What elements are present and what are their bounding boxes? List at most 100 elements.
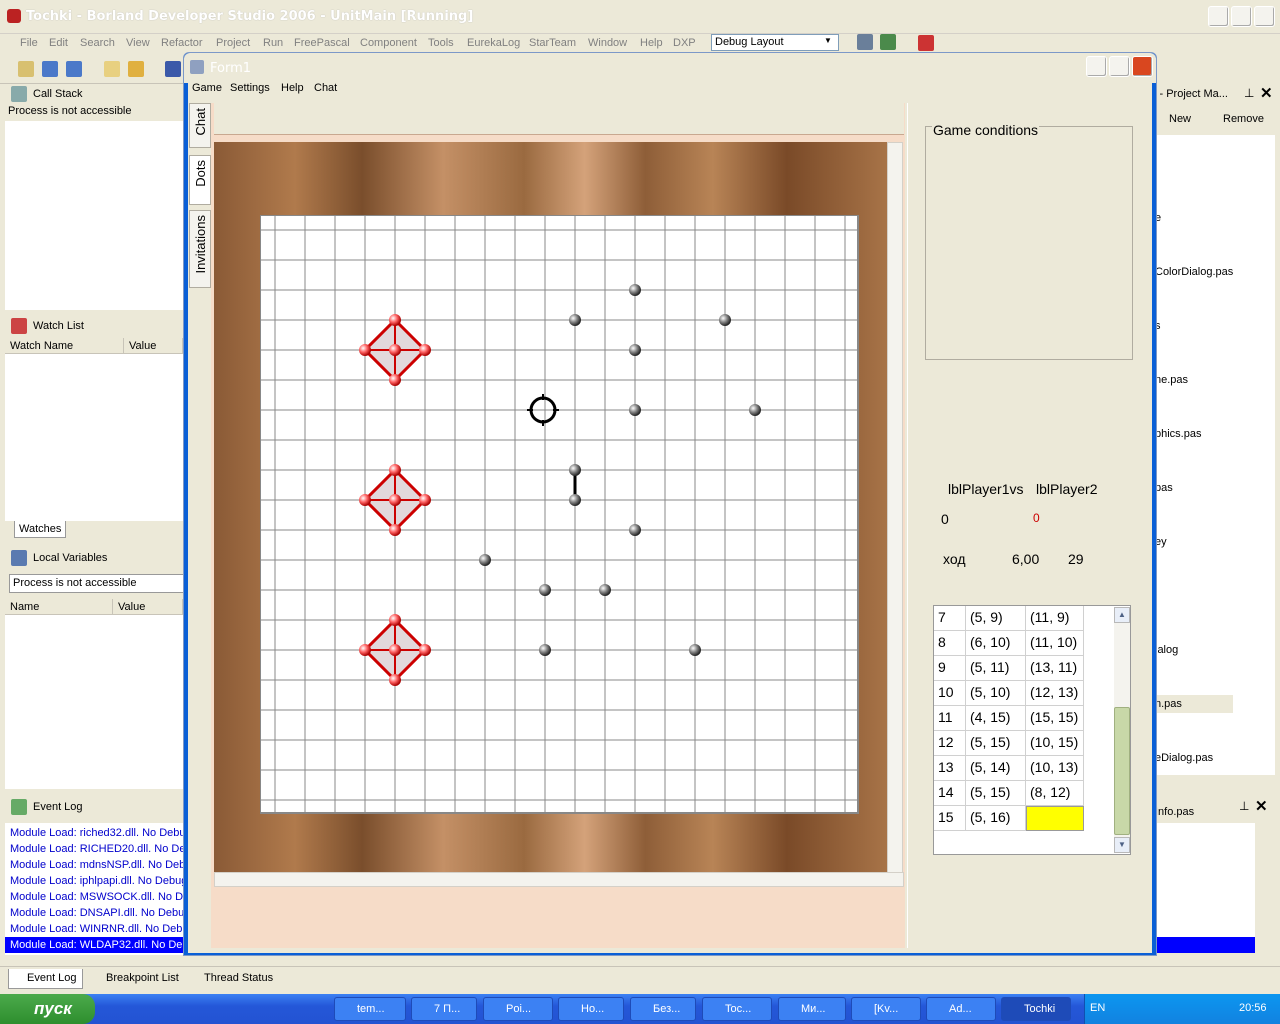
move-number[interactable]: 13 [934,756,966,781]
menu-search[interactable]: Search [80,37,115,49]
player2-move[interactable]: (11, 9) [1026,606,1084,631]
scroll-down-button[interactable]: ▼ [1114,837,1130,853]
local-name-column[interactable]: Name [5,599,113,615]
menu-settings[interactable]: Settings [230,82,270,94]
player2-move[interactable]: (10, 15) [1026,731,1084,756]
tab-breakpoint-list[interactable]: Breakpoint List [88,969,182,989]
player2-move[interactable]: (15, 15) [1026,706,1084,731]
project-new-button[interactable]: New [1157,110,1197,128]
project-file[interactable]: ne.pas [1155,371,1233,389]
project-file[interactable]: pas [1155,479,1233,497]
event-log-line[interactable]: Module Load: mdnsNSP.dll. No Debu [5,857,183,873]
taskbar-item[interactable]: Ho... [558,997,624,1021]
player2-move[interactable]: (10, 13) [1026,756,1084,781]
menu-starteam[interactable]: StarTeam [529,37,576,49]
watch-name-column[interactable]: Watch Name [5,338,124,354]
helmet-icon[interactable] [918,35,934,51]
taskbar-item[interactable]: Ad... [926,997,996,1021]
menu-chat[interactable]: Chat [314,82,337,94]
start-button[interactable]: пуск [0,994,95,1024]
move-number[interactable]: 10 [934,681,966,706]
menu-eurekalog[interactable]: EurekaLog [467,37,520,49]
menu-game[interactable]: Game [192,82,222,94]
player2-move[interactable]: (8, 12) [1026,781,1084,806]
event-log-line[interactable]: Module Load: MSWSOCK.dll. No Deb [5,889,183,905]
taskbar-item[interactable]: Poi... [483,997,553,1021]
pin-icon[interactable]: ⊥ [1244,86,1254,100]
tab-invitations[interactable]: Invitations [189,210,211,288]
event-log-list[interactable]: Module Load: riched32.dll. No Debu Modul… [5,823,183,955]
open-project-icon[interactable] [128,61,144,77]
player2-move[interactable]: (11, 10) [1026,631,1084,656]
taskbar-item[interactable]: Ми... [778,997,846,1021]
taskbar-item[interactable]: Без... [630,997,696,1021]
project-file[interactable]: s [1155,317,1233,335]
form-maximize-button[interactable] [1109,56,1130,77]
menu-help[interactable]: Help [640,37,663,49]
menu-window[interactable]: Window [588,37,627,49]
menu-refactor[interactable]: Refactor [161,37,203,49]
open-icon[interactable] [42,61,58,77]
move-number[interactable]: 9 [934,656,966,681]
local-value-column[interactable]: Value [113,599,183,615]
player1-move[interactable]: (5, 15) [966,731,1026,756]
close-icon[interactable]: ✕ [1255,797,1268,815]
scroll-thumb[interactable] [1114,707,1130,835]
new-icon[interactable] [18,61,34,77]
moves-scrollbar[interactable]: ▲ ▼ [1114,607,1130,853]
event-log-line[interactable]: Module Load: DNSAPI.dll. No Debug [5,905,183,921]
save-icon[interactable] [165,61,181,77]
menu-help[interactable]: Help [281,82,304,94]
player1-move[interactable]: (4, 15) [966,706,1026,731]
project-file[interactable]: eDialog.pas [1155,749,1233,767]
menu-edit[interactable]: Edit [49,37,68,49]
event-log-line[interactable]: Module Load: riched32.dll. No Debu [5,825,183,841]
close-button[interactable] [1254,6,1275,27]
pin-icon[interactable]: ⊥ [1239,799,1249,813]
move-number[interactable]: 14 [934,781,966,806]
player1-move[interactable]: (5, 10) [966,681,1026,706]
project-file[interactable]: ColorDialog.pas [1155,263,1233,281]
project-file[interactable] [1155,587,1233,605]
event-log-line[interactable]: Module Load: WINRNR.dll. No Debu [5,921,183,937]
maximize-button[interactable] [1231,6,1252,27]
taskbar-item-active[interactable]: Tochki [1001,997,1071,1021]
player1-move[interactable]: (5, 16) [966,806,1026,831]
watch-value-column[interactable]: Value [124,338,183,354]
horizontal-scrollbar[interactable] [214,872,904,887]
project-file[interactable]: phics.pas [1155,425,1233,443]
player2-move[interactable]: (12, 13) [1026,681,1084,706]
player1-move[interactable]: (5, 15) [966,781,1026,806]
project-file[interactable]: e [1155,209,1233,227]
event-log-line[interactable]: Module Load: RICHED20.dll. No Deb [5,841,183,857]
form-close-button[interactable] [1132,56,1153,77]
move-number[interactable]: 12 [934,731,966,756]
menu-run[interactable]: Run [263,37,283,49]
move-number[interactable]: 15 [934,806,966,831]
project-file[interactable]: ey [1155,533,1233,551]
move-number[interactable]: 8 [934,631,966,656]
minimize-button[interactable] [1208,6,1229,27]
tab-thread-status[interactable]: Thread Status [186,969,278,989]
project-file[interactable]: n.pas [1155,695,1234,713]
menu-freepascal[interactable]: FreePascal [294,37,350,49]
player2-move[interactable]: (13, 11) [1026,656,1084,681]
move-number[interactable]: 7 [934,606,966,631]
menu-file[interactable]: File [20,37,38,49]
menu-component[interactable]: Component [360,37,417,49]
debug-icon[interactable] [857,34,873,50]
project-remove-button[interactable]: Remove [1206,110,1266,128]
layout-combo[interactable]: Debug Layout ▼ [711,34,839,51]
menu-project[interactable]: Project [216,37,250,49]
moves-grid[interactable]: 7 (5, 9) (11, 9) 8 (6, 10) (11, 10) 9 (5, 11) (1… [933,605,1131,855]
debug2-icon[interactable] [880,34,896,50]
project-file[interactable]: ialog [1155,641,1233,659]
taskbar-item[interactable]: tem... [334,997,406,1021]
tab-event-log[interactable]: Event Log [8,969,83,989]
save-all-icon[interactable] [66,61,82,77]
taskbar-item[interactable]: 7 П... [411,997,477,1021]
player1-move[interactable]: (5, 14) [966,756,1026,781]
taskbar-item[interactable]: [Kv... [851,997,921,1021]
event-log-line-selected[interactable]: Module Load: WLDAP32.dll. No Deb [5,937,183,953]
form-minimize-button[interactable] [1086,56,1107,77]
